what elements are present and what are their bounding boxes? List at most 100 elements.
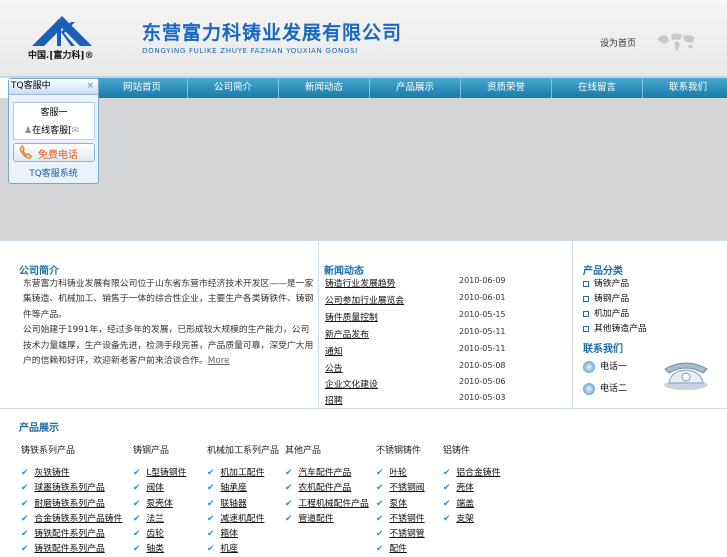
news-item-title[interactable]: 通知 [325, 344, 343, 357]
nav-products[interactable]: 产品展示 [370, 78, 461, 98]
news-item[interactable]: 公告 2010-05-08 [325, 361, 569, 377]
product-item[interactable]: ✔ 支架 [443, 511, 500, 526]
news-item[interactable]: 铸造行业发展趋势 2010-06-09 [325, 276, 569, 292]
product-item[interactable]: ✔ 铸铁配件系列产品 [21, 526, 122, 541]
product-item[interactable]: ✔ L型铸钢件 [133, 465, 186, 480]
product-item[interactable]: ✔ 壳体 [443, 480, 500, 495]
company-logo [32, 16, 92, 46]
news-item-title[interactable]: 新产品发布 [325, 327, 369, 340]
nav-honors[interactable]: 资质荣誉 [461, 78, 552, 98]
news-item-title[interactable]: 企业文化建设 [325, 377, 378, 390]
product-item[interactable]: ✔ 耐磨铸铁系列产品 [21, 496, 122, 511]
news-item-title[interactable]: 招聘 [325, 393, 343, 406]
check-icon: ✔ [376, 468, 384, 478]
news-item-title[interactable]: 铸造行业发展趋势 [325, 276, 395, 289]
news-item[interactable]: 企业文化建设 2010-05-06 [325, 377, 569, 393]
check-icon: ✔ [285, 498, 293, 509]
product-item[interactable]: ✔ 机加工配件 [207, 465, 279, 480]
category-item[interactable]: 铸钢产品 [583, 291, 629, 304]
product-item[interactable]: ✔ 轴承座 [207, 480, 279, 495]
set-homepage-link[interactable]: 设为首页 [600, 36, 636, 49]
product-item[interactable]: ✔ 管道配件 [285, 511, 369, 526]
category-item[interactable]: 其他铸造产品 [583, 321, 647, 334]
nav-home[interactable]: 网站首页 [97, 78, 188, 98]
product-item[interactable]: ✔ 端盖 [443, 496, 500, 511]
product-column-header[interactable]: 铸铁系列产品 [21, 443, 122, 465]
product-column-header[interactable]: 机械加工系列产品 [207, 443, 279, 465]
product-item[interactable]: ✔ 球墨铸铁系列产品 [21, 480, 122, 495]
news-item[interactable]: 新产品发布 2010-05-11 [325, 327, 569, 343]
product-item[interactable]: ✔ 合金铸铁系列产品铸件 [21, 511, 122, 526]
product-column-header[interactable]: 其他产品 [285, 443, 369, 465]
product-item[interactable]: ✔ 齿轮 [133, 526, 186, 541]
about-title: 公司简介 [19, 266, 59, 277]
chat-contact-name: 客服一 [40, 108, 68, 118]
product-item[interactable]: ✔ 泵体 [376, 496, 425, 511]
check-icon: ✔ [376, 483, 384, 494]
product-item[interactable]: ✔ 叶轮 [376, 465, 425, 480]
product-item[interactable]: ✔ 联轴器 [207, 496, 279, 511]
news-item[interactable]: 公司参加行业展览会 2010-06-01 [325, 293, 569, 309]
close-icon[interactable]: × [86, 79, 94, 94]
company-name: 东营富力科铸业发展有限公司 [142, 22, 403, 44]
chat-widget-footer[interactable]: TQ客服系统 [9, 166, 98, 179]
contact-title: 联系我们 [583, 344, 623, 355]
news-item-title[interactable]: 公告 [325, 361, 343, 374]
product-item[interactable]: ✔ 农机配件产品 [285, 480, 369, 495]
product-item[interactable]: ✔ 法兰 [133, 511, 186, 526]
product-item[interactable]: ✔ 配件 [376, 541, 425, 556]
news-item[interactable]: 通知 2010-05-11 [325, 344, 569, 360]
check-icon: ✔ [21, 529, 29, 540]
square-bullet-icon [583, 325, 589, 332]
product-item[interactable]: ✔ 轴类 [133, 541, 186, 556]
news-item-title[interactable]: 铸件质量控制 [325, 310, 378, 323]
news-item[interactable]: 招聘 2010-05-03 [325, 393, 569, 409]
nav-news[interactable]: 新闻动态 [279, 78, 370, 98]
free-call-label: 免费电话 [38, 150, 78, 161]
product-item[interactable]: ✔ 箱体 [207, 526, 279, 541]
check-icon: ✔ [443, 498, 451, 509]
product-item[interactable]: ✔ 铸铁配件系列产品 [21, 541, 122, 556]
news-item-date: 2010-05-08 [459, 361, 506, 370]
product-column-header[interactable]: 铝铸件 [443, 443, 500, 465]
contact-item: 电话二 [583, 381, 627, 395]
product-column: 不锈钢铸件 ✔ 叶轮 ✔ 不锈钢阀 ✔ 泵体 ✔ 不锈钢件 ✔ 不锈钢管 ✔ 配件 [376, 443, 425, 557]
product-column-header[interactable]: 不锈钢铸件 [376, 443, 425, 465]
check-icon: ✔ [207, 483, 215, 494]
check-icon: ✔ [133, 483, 141, 494]
category-item[interactable]: 铸铁产品 [583, 276, 629, 289]
chat-contact-link[interactable]: ♟在线客服[✉ [24, 123, 79, 136]
product-item[interactable]: ✔ 铝合金铸件 [443, 465, 500, 480]
product-item[interactable]: ✔ 减速机配件 [207, 511, 279, 526]
product-column-header[interactable]: 铸钢产品 [133, 443, 186, 465]
product-item[interactable]: ✔ 不锈钢件 [376, 511, 425, 526]
check-icon: ✔ [443, 468, 451, 478]
nav-about[interactable]: 公司简介 [188, 78, 279, 98]
nav-contact[interactable]: 联系我们 [643, 78, 727, 98]
sidebar-section: 产品分类 铸铁产品 铸钢产品 机加产品 其他铸造产品 联系我们 电话一 电话二 [573, 240, 727, 409]
check-icon: ✔ [376, 513, 384, 524]
product-item[interactable]: ✔ 阀体 [133, 480, 186, 495]
product-column: 铸铁系列产品 ✔ 灰铁铸件 ✔ 球墨铸铁系列产品 ✔ 耐磨铸铁系列产品 ✔ 合金铸铁系列… [21, 443, 122, 557]
nav-message[interactable]: 在线留言 [552, 78, 643, 98]
news-item-title[interactable]: 公司参加行业展览会 [325, 293, 404, 306]
product-item[interactable]: ✔ 汽车配件产品 [285, 465, 369, 480]
check-icon: ✔ [133, 513, 141, 524]
product-item[interactable]: ✔ 不锈钢阀 [376, 480, 425, 495]
product-item[interactable]: ✔ 机座 [207, 541, 279, 556]
more-link[interactable]: More [208, 356, 230, 366]
news-item[interactable]: 铸件质量控制 2010-05-15 [325, 310, 569, 326]
check-icon: ✔ [285, 513, 293, 524]
square-bullet-icon [583, 310, 589, 317]
free-call-button[interactable]: 免费电话 [13, 143, 95, 162]
check-icon: ✔ [443, 483, 451, 494]
check-icon: ✔ [207, 468, 215, 478]
news-title: 新闻动态 [324, 266, 364, 277]
product-item[interactable]: ✔ 灰铁铸件 [21, 465, 122, 480]
product-item[interactable]: ✔ 泵壳体 [133, 496, 186, 511]
news-item-date: 2010-05-06 [459, 377, 506, 386]
about-paragraph: 公司始建于1991年，经过多年的发展，已形成较大规模的生产能力，公司技术力量雄厚… [23, 325, 314, 367]
product-item[interactable]: ✔ 不锈钢管 [376, 526, 425, 541]
category-item[interactable]: 机加产品 [583, 306, 629, 319]
product-item[interactable]: ✔ 工程机械配件产品 [285, 496, 369, 511]
